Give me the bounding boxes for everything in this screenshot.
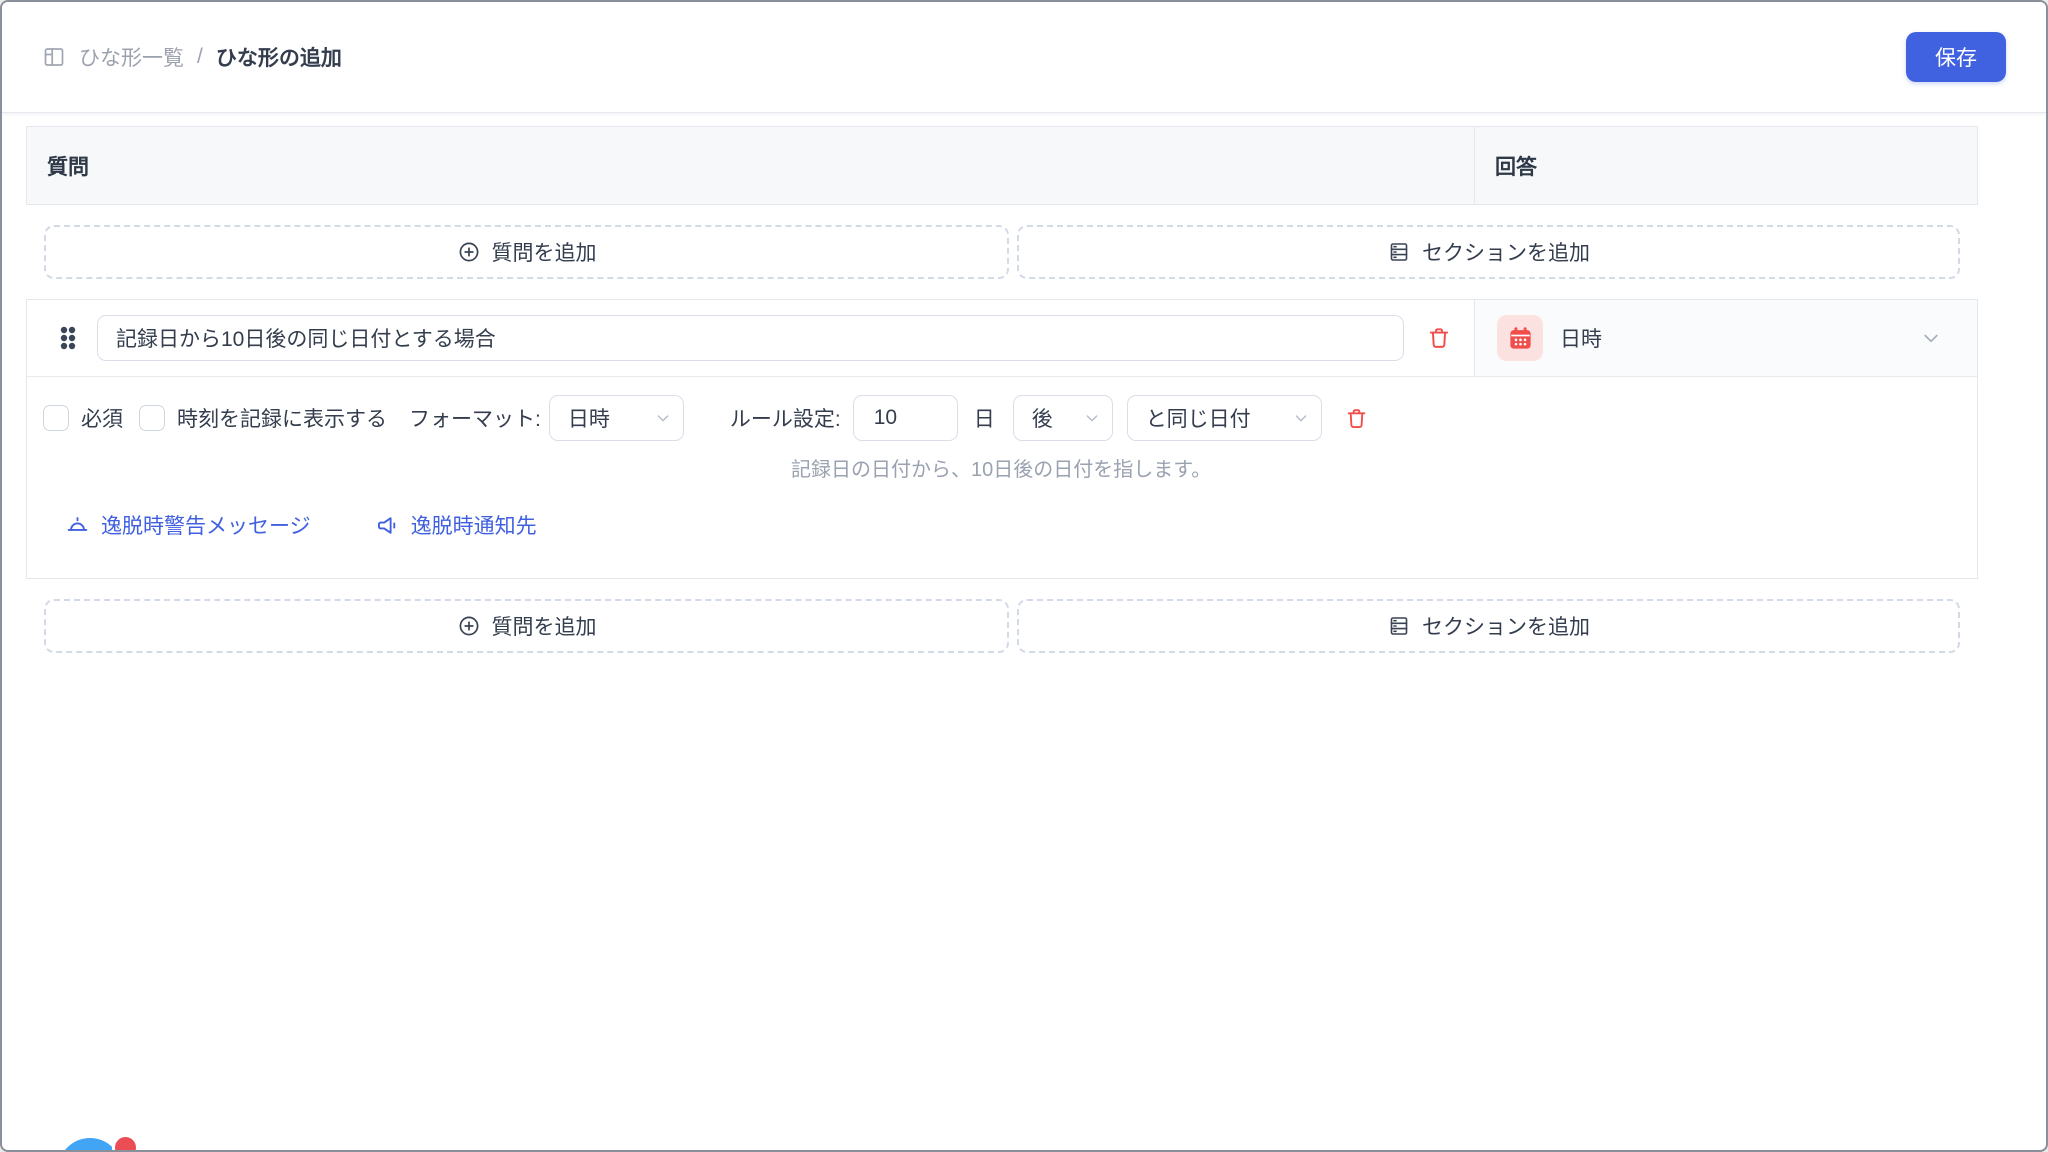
deviation-notify-link[interactable]: 逸脱時通知先 [375, 510, 537, 540]
delete-question-button[interactable] [1424, 323, 1454, 353]
section-stack-icon [1387, 614, 1411, 638]
show-time-label: 時刻を記録に表示する [177, 408, 387, 431]
rule-direction-value: 後 [1031, 408, 1053, 431]
megaphone-icon [375, 513, 400, 538]
rule-helper-text: 記録日の日付から、10日後の日付を指します。 [791, 459, 1212, 481]
add-section-label: セクションを追加 [1422, 242, 1590, 265]
deviation-warning-link[interactable]: 逸脱時警告メッセージ [65, 510, 311, 540]
question-row: 日時 [27, 300, 1977, 377]
add-question-button[interactable]: 質問を追加 [44, 225, 1009, 279]
plus-circle-icon [457, 614, 481, 638]
add-section-button[interactable]: セクションを追加 [1017, 599, 1960, 653]
rule-unit-label: 日 [973, 408, 995, 431]
template-icon [42, 45, 66, 69]
rule-relation-value: と同じ日付 [1145, 408, 1251, 431]
chevron-down-icon [1293, 410, 1309, 426]
show-time-checkbox[interactable] [139, 405, 165, 431]
breadcrumb-separator: / [197, 45, 203, 68]
deviation-notify-label: 逸脱時通知先 [410, 515, 537, 538]
rule-days-input[interactable] [852, 395, 958, 441]
trash-icon [1344, 406, 1369, 431]
section-stack-icon [1387, 240, 1411, 264]
chevron-down-icon [1921, 328, 1941, 348]
rule-direction-select[interactable]: 後 [1012, 395, 1113, 441]
question-settings: 必須 時刻を記録に表示する フォーマット: 日時 ルール設定: 日 [27, 377, 1977, 578]
format-label: フォーマット: [409, 408, 541, 431]
calendar-chip [1497, 315, 1543, 361]
format-select[interactable]: 日時 [548, 395, 684, 441]
add-row-bottom: 質問を追加 セクションを追加 [44, 599, 1960, 653]
add-section-button[interactable]: セクションを追加 [1017, 225, 1960, 279]
add-question-label: 質問を追加 [491, 242, 597, 265]
required-label: 必須 [81, 408, 123, 431]
answer-type-select[interactable]: 日時 [1475, 300, 1977, 376]
question-text-input[interactable] [97, 315, 1404, 361]
question-cell [27, 300, 1475, 376]
deviation-warning-label: 逸脱時警告メッセージ [101, 515, 311, 538]
alarm-icon [65, 513, 90, 538]
answer-column-header: 回答 [1495, 155, 1537, 179]
deviation-links-row: 逸脱時警告メッセージ 逸脱時通知先 [65, 510, 1953, 540]
page-title: ひな形の追加 [215, 47, 342, 70]
breadcrumb-parent-link[interactable]: ひな形一覧 [79, 42, 184, 72]
delete-rule-button[interactable] [1342, 404, 1371, 433]
settings-controls-row: 必須 時刻を記録に表示する フォーマット: 日時 ルール設定: 日 [43, 395, 1953, 441]
required-checkbox[interactable] [43, 405, 69, 431]
rule-settings-group: ルール設定: 日 後 と同じ日付 [730, 395, 1371, 441]
main-content: 質問 回答 質問を追加 セクションを追加 記録日から10日後の同じ日付とする場合… [2, 113, 2046, 653]
add-question-label: 質問を追加 [491, 616, 597, 639]
chevron-down-icon [1084, 410, 1100, 426]
drag-handle-icon[interactable] [53, 318, 83, 358]
plus-circle-icon [457, 240, 481, 264]
table-header-row: 質問 回答 [26, 126, 1978, 205]
add-section-label: セクションを追加 [1422, 616, 1590, 639]
chevron-down-icon [655, 410, 671, 426]
question-column-header: 質問 [27, 127, 1475, 204]
breadcrumb: ひな形一覧 / ひな形の追加 [42, 42, 342, 72]
answer-type-value: 日時 [1560, 328, 1602, 351]
save-button[interactable]: 保存 [1906, 32, 2006, 82]
add-row-top: 質問を追加 セクションを追加 [44, 225, 1960, 279]
trash-icon [1426, 325, 1452, 351]
add-question-button[interactable]: 質問を追加 [44, 599, 1009, 653]
question-card: 日時 必須 時刻を記録に表示する フォーマット: [26, 299, 1978, 579]
rule-label: ルール設定: [729, 408, 841, 431]
app-window: ひな形一覧 / ひな形の追加 保存 質問 回答 質問を追加 セクションを追加 記… [0, 0, 2048, 1152]
calendar-icon [1507, 325, 1534, 352]
top-bar: ひな形一覧 / ひな形の追加 保存 [2, 2, 2046, 113]
notification-badge [112, 1134, 139, 1150]
rule-relation-select[interactable]: と同じ日付 [1126, 395, 1322, 441]
format-value: 日時 [567, 408, 610, 431]
